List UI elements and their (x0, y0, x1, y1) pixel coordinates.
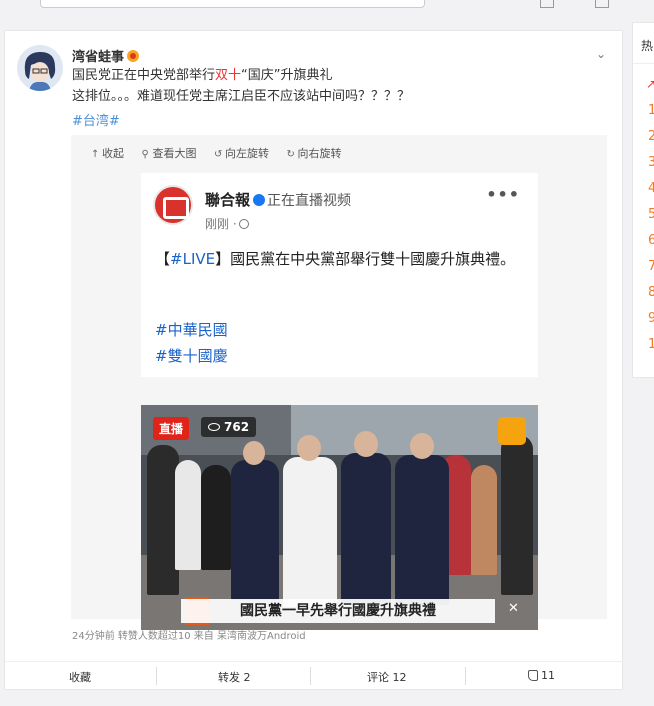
sidebar-rank-item[interactable]: 6 (648, 233, 654, 248)
top-bar (0, 0, 654, 14)
embed-tag-2: #雙十國慶 (155, 347, 228, 365)
page-name: 聯合報 正在直播视频 (205, 189, 351, 210)
media-toolbar: ↑ 收起 ⚲ 查看大图 ↺ 向左旋转 ↻ 向右旋转 (91, 145, 356, 161)
sidebar-rank-item[interactable]: 2 (648, 129, 654, 144)
embedded-facebook-post[interactable]: 聯合報 正在直播视频 刚刚 · ••• 【#LIVE】國民黨在中央黨部舉行雙十國慶… (141, 173, 538, 377)
official-head (243, 441, 265, 465)
divider (633, 63, 654, 64)
live-status-text: 正在直播视频 (267, 193, 352, 209)
sidebar-rank-item[interactable]: 9 (648, 311, 654, 326)
like-count: 11 (541, 669, 555, 682)
rotate-left-label: 向左旋转 (225, 147, 269, 160)
rotate-left-icon: ↺ (214, 149, 223, 160)
sidebar-rank-item[interactable]: 4 (648, 181, 654, 196)
live-badge: 直播 (153, 417, 190, 440)
divider (465, 667, 466, 685)
search-input[interactable] (40, 0, 425, 8)
post-hashtag[interactable]: #台湾# (72, 110, 120, 129)
arrow-up-icon: ↑ (91, 149, 100, 160)
rotate-right-icon: ↻ (286, 149, 295, 160)
hot-search-sidebar: 热 ↗ 1 2 3 4 5 6 7 8 9 1 (632, 22, 654, 378)
avatar-illustration-icon (17, 45, 63, 91)
flame-icon: ↗ (646, 77, 654, 91)
official-head (297, 435, 321, 461)
settings-icon[interactable] (595, 0, 609, 8)
official-person (395, 455, 449, 605)
verified-icon (253, 194, 266, 206)
comment-button[interactable]: 评论 12 (367, 669, 407, 685)
post-meta: 24分钟前 转赞人数超过10 来自 呆湾南波万Android (72, 631, 306, 642)
live-video[interactable]: 直播 762 國民黨一早先舉行國慶升旗典禮 ✕ (141, 405, 538, 630)
repost-button[interactable]: 转发 2 (218, 669, 251, 685)
embed-title: 【#LIVE】國民黨在中央黨部舉行雙十國慶升旗典禮。 (155, 247, 525, 272)
post-time-text: 刚刚 · (205, 217, 237, 231)
globe-icon (238, 219, 249, 229)
sidebar-rank-item[interactable]: 1 (648, 337, 654, 352)
magnifier-icon: ⚲ (141, 149, 149, 160)
post-text-highlight: 双十 (215, 68, 242, 83)
thumbs-up-icon (528, 670, 538, 681)
favorite-button[interactable]: 收藏 (69, 669, 91, 685)
view-large-label: 查看大图 (152, 147, 197, 160)
crowd-person (201, 465, 231, 570)
sidebar-rank-item[interactable]: 1 (648, 103, 654, 118)
post-text-prefix: 国民党正在中央党部举行 (72, 68, 216, 83)
weibo-post-card: 湾省蛙事 ⌄ 国民党正在中央党部举行双十“国庆”升旗典礼 这排位。。。难道现任党… (4, 30, 624, 691)
rotate-right-label: 向右旋转 (297, 147, 342, 160)
crowd-person (501, 435, 533, 595)
view-count-badge: 762 (201, 417, 257, 437)
action-bar: 收藏 转发 2 评论 12 11 (5, 661, 624, 691)
crowd-person (471, 465, 497, 575)
divider (156, 667, 157, 685)
title-bracket: 【 (155, 250, 171, 268)
embed-tag-1: #中華民國 (155, 321, 228, 339)
title-rest: 】國民黨在中央黨部舉行雙十國慶升旗典禮。 (215, 250, 516, 268)
post-username[interactable]: 湾省蛙事 (72, 46, 140, 65)
official-person (341, 453, 391, 603)
avatar[interactable] (17, 45, 63, 91)
more-options-icon: ••• (486, 185, 520, 204)
eye-icon (208, 423, 220, 431)
mute-icon[interactable]: ✕ (508, 601, 524, 617)
post-text-line-2: 这排位。。。难道现任党主席江启臣不应该站中间吗？？？？ (72, 89, 411, 104)
official-head (354, 431, 378, 457)
view-large-button[interactable]: ⚲ 查看大图 (142, 145, 197, 161)
vip-badge-icon (127, 50, 140, 62)
user-icon[interactable] (540, 0, 554, 8)
sidebar-rank-item[interactable]: 5 (648, 207, 654, 222)
divider (310, 667, 311, 685)
udn-corner-logo-icon (498, 417, 526, 445)
udn-logo-icon (153, 185, 193, 225)
collapse-label: 收起 (102, 147, 124, 160)
official-person (231, 460, 279, 600)
view-count: 762 (224, 420, 250, 434)
username-text[interactable]: 湾省蛙事 (72, 50, 124, 65)
sidebar-rank-item[interactable]: 8 (648, 285, 654, 300)
like-button[interactable]: 11 (528, 669, 555, 682)
chevron-down-icon[interactable]: ⌄ (594, 47, 608, 61)
crowd-person (175, 460, 201, 570)
video-caption: 國民黨一早先舉行國慶升旗典禮 (181, 599, 495, 623)
rotate-left-button[interactable]: ↺ 向左旋转 (214, 145, 269, 161)
sidebar-rank-item[interactable]: 7 (648, 259, 654, 274)
collapse-button[interactable]: ↑ 收起 (91, 145, 124, 161)
page-name-text: 聯合報 (205, 191, 251, 209)
post-text-line-1: 国民党正在中央党部举行双十“国庆”升旗典礼 (72, 67, 333, 85)
media-viewer: ↑ 收起 ⚲ 查看大图 ↺ 向左旋转 ↻ 向右旋转 聯合報 正在直播视频 刚刚 · •••… (71, 135, 607, 630)
official-person (283, 457, 337, 607)
sidebar-rank-item[interactable]: 3 (648, 155, 654, 170)
official-head (410, 433, 434, 459)
sidebar-title: 热 (641, 39, 654, 53)
post-text-suffix: “国庆”升旗典礼 (241, 68, 333, 83)
rotate-right-button[interactable]: ↻ 向右旋转 (287, 145, 342, 161)
live-hashtag: #LIVE (170, 250, 216, 268)
post-time: 刚刚 · (205, 215, 249, 232)
